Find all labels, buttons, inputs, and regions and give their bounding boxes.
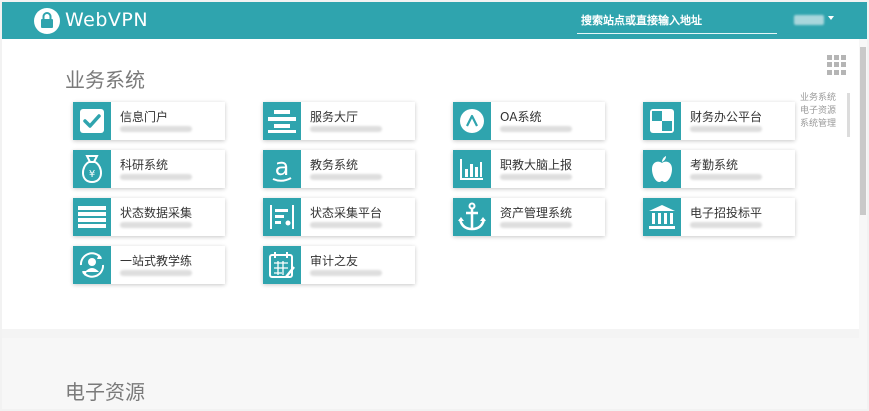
bar-chart-icon [453,150,491,188]
bank-icon [643,198,681,236]
app-card-status-platform[interactable]: 状态采集平台 [263,198,415,236]
app-url-blurred [690,174,762,180]
webvpn-window: WebVPN 业务系统 业务系统 电子资源 系统管理 信息门户 [2,2,867,409]
anchor-icon [453,198,491,236]
e-resources-section: 电子资源 [2,338,867,409]
app-url-blurred [500,126,572,132]
checkbox-icon [73,102,111,140]
user-name-blurred[interactable] [794,15,824,25]
chevron-down-icon[interactable] [828,16,834,20]
scrollbar[interactable] [859,39,867,409]
app-card-finance[interactable]: 财务办公平台 [643,102,795,140]
app-url-blurred [500,222,572,228]
app-card-vocational-report[interactable]: 职教大脑上报 [453,150,605,188]
svg-text:¥: ¥ [89,169,95,180]
app-card-status-data[interactable]: 状态数据采集 [73,198,225,236]
app-card-service-hall[interactable]: 服务大厅 [263,102,415,140]
app-name: 一站式教学练 [120,254,193,268]
app-url-blurred [690,126,762,132]
app-url-blurred [120,222,192,228]
app-name: 电子招投标平 [690,206,763,220]
app-name: 教务系统 [310,158,359,172]
app-url-blurred [120,174,192,180]
app-card-academic[interactable]: a 教务系统 [263,150,415,188]
app-name: OA系统 [500,110,542,124]
app-url-blurred [310,222,382,228]
app-name: 考勤系统 [690,158,739,172]
app-url-blurred [310,270,382,276]
app-card-research[interactable]: ¥ 科研系统 [73,150,225,188]
app-url-blurred [310,174,382,180]
side-nav-indicator [847,93,850,137]
app-card-portal[interactable]: 信息门户 [73,102,225,140]
top-bar: WebVPN [2,2,867,39]
lines-icon [73,198,111,236]
app-url-blurred [500,174,572,180]
side-nav-item-system[interactable]: 系统管理 [800,118,850,131]
user-cycle-icon [73,246,111,284]
svg-text:a: a [275,154,290,181]
app-url-blurred [690,222,762,228]
app-url-blurred [120,126,192,132]
app-name: 资产管理系统 [500,206,573,220]
align-icon [263,102,301,140]
app-name: 科研系统 [120,158,169,172]
form-icon [263,198,301,236]
scrollbar-thumb[interactable] [860,47,866,215]
amazon-a-icon: a [263,150,301,188]
app-name: 状态采集平台 [310,206,383,220]
app-url-blurred [310,126,382,132]
app-name: 服务大厅 [310,110,359,124]
side-nav: 业务系统 电子资源 系统管理 [800,92,850,131]
a-circle-icon [453,102,491,140]
section-title-business: 业务系统 [65,68,145,92]
app-card-audit[interactable]: 审计之友 [263,246,415,284]
app-grid-icon[interactable] [827,55,847,75]
app-card-asset[interactable]: 资产管理系统 [453,198,605,236]
search-input[interactable] [577,8,777,34]
app-name: 职教大脑上报 [500,158,573,172]
app-name: 信息门户 [120,110,169,124]
money-bag-icon: ¥ [73,150,111,188]
side-nav-item-eresources[interactable]: 电子资源 [800,105,850,118]
calendar-icon [263,246,301,284]
lock-logo-icon[interactable] [34,8,60,34]
app-card-oa[interactable]: OA系统 [453,102,605,140]
brand-name[interactable]: WebVPN [65,9,148,31]
app-name: 财务办公平台 [690,110,763,124]
app-name: 状态数据采集 [120,206,193,220]
squares-icon [643,102,681,140]
side-nav-item-business[interactable]: 业务系统 [800,92,850,105]
app-url-blurred [120,270,192,276]
app-name: 审计之友 [310,254,359,268]
app-card-attendance[interactable]: 考勤系统 [643,150,795,188]
app-card-e-bidding[interactable]: 电子招投标平 [643,198,795,236]
section-title-eresources: 电子资源 [65,380,145,404]
apple-icon [643,150,681,188]
app-card-one-stop-teaching[interactable]: 一站式教学练 [73,246,225,284]
business-systems-panel: 业务系统 业务系统 电子资源 系统管理 信息门户 服务大厅 OA系统 财务办公平… [2,39,867,329]
